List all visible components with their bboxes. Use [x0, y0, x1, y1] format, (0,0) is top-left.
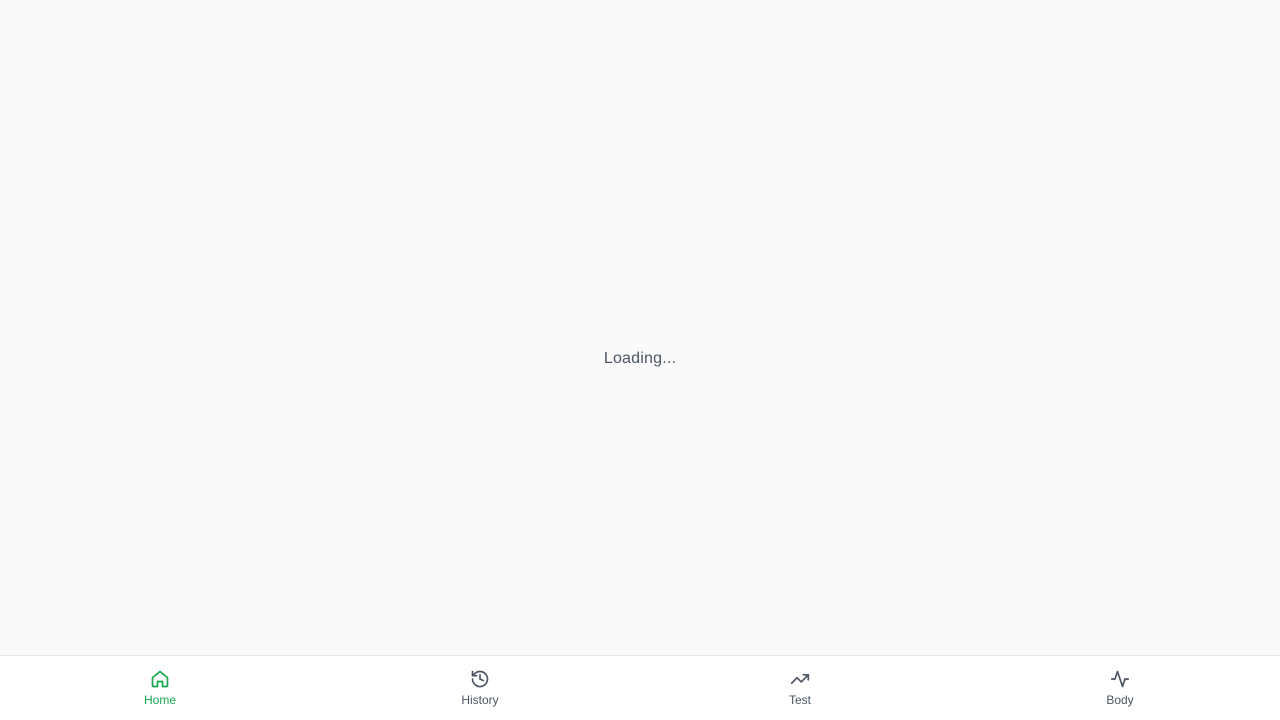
nav-label-home: Home [143, 692, 176, 707]
nav-label-body: Body [1106, 692, 1134, 707]
nav-item-home[interactable]: Home [100, 660, 220, 716]
nav-item-test[interactable]: Test [740, 660, 860, 716]
nav-item-body[interactable]: Body [1060, 660, 1180, 716]
loading-indicator: Loading... [603, 350, 677, 367]
app-root: Loading... Home History Test Body [0, 0, 1280, 720]
main-content: Loading... [0, 0, 1280, 655]
activity-icon [1110, 669, 1130, 689]
nav-item-history[interactable]: History [420, 660, 540, 716]
home-icon [150, 669, 170, 689]
bottom-navigation: Home History Test Body [0, 655, 1280, 720]
nav-label-test: Test [788, 692, 811, 707]
history-icon [470, 669, 490, 689]
trending-up-icon [790, 669, 810, 689]
nav-label-history: History [461, 692, 499, 707]
